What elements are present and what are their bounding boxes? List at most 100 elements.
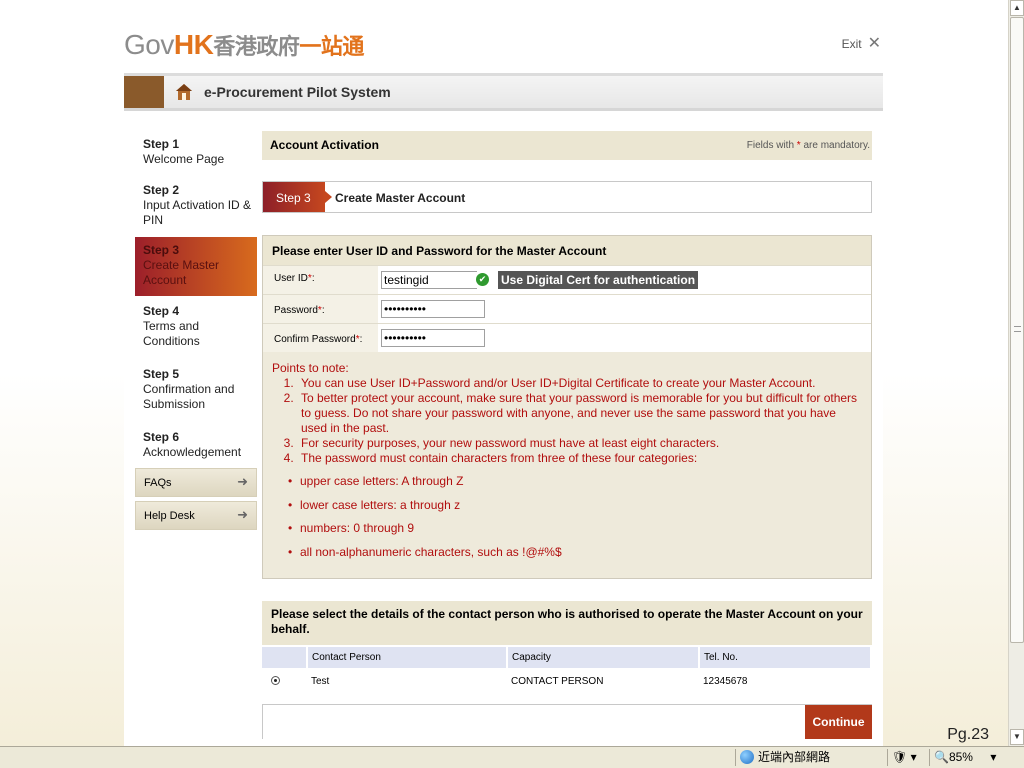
sidebar-step-6[interactable]: Step 6 Acknowledgement	[135, 416, 257, 468]
contact-radio[interactable]	[271, 676, 280, 685]
step-number: Step 3	[143, 243, 180, 257]
sidebar-step-2[interactable]: Step 2 Input Activation ID & PIN	[135, 171, 257, 232]
step-label: Acknowledgement	[143, 445, 242, 459]
required-star: *	[355, 334, 360, 345]
confirm-password-label: Confirm Password*:	[263, 324, 378, 352]
sidebar-step-5[interactable]: Step 5 Confirmation and Submission	[135, 353, 257, 416]
userid-input[interactable]	[381, 271, 477, 289]
required-star: *	[307, 273, 312, 284]
userid-label-text: User ID	[274, 273, 308, 284]
banner-accent-block	[124, 76, 164, 108]
sidebar-step-1[interactable]: Step 1 Welcome Page	[135, 135, 257, 171]
exit-link[interactable]: Exit ✕	[841, 35, 881, 52]
contact-table: Contact Person Capacity Tel. No. Test CO…	[262, 646, 872, 692]
zone-label: 近端內部網路	[758, 750, 831, 764]
password-row: Password*:	[263, 294, 871, 323]
zone-indicator: 近端內部網路	[735, 749, 885, 766]
zoom-control[interactable]: 🔍85% ▾	[929, 749, 1004, 766]
userid-label: User ID*:	[263, 266, 378, 294]
form-title: Please enter User ID and Password for th…	[263, 236, 871, 265]
step-number: Step 4	[143, 304, 180, 318]
category-item: upper case letters: A through Z	[288, 474, 863, 489]
sidebar-step-4[interactable]: Step 4 Terms and Conditions	[135, 296, 257, 353]
browser-viewport: GovHK香港政府一站通 Exit ✕ e-Procurement Pilot …	[0, 0, 1008, 746]
mandatory-star: *	[796, 140, 801, 151]
main-content: Account Activation Fields with * are man…	[262, 131, 872, 739]
tel-cell: 12345678	[703, 675, 748, 687]
step-label: Terms and Conditions	[143, 319, 200, 348]
points-to-note: Points to note: You can use User ID+Pass…	[263, 352, 871, 578]
step-title: Create Master Account	[335, 191, 466, 205]
notes-list: You can use User ID+Password and/or User…	[297, 376, 863, 466]
confirm-password-input[interactable]	[381, 329, 485, 347]
logo-chinese-text: 香港政府	[213, 35, 300, 60]
step-label: Create Master Account	[143, 258, 220, 287]
mandatory-note-pre: Fields with	[746, 140, 795, 151]
check-icon: ✔	[476, 273, 489, 286]
exit-label: Exit	[841, 37, 862, 51]
status-bar: 近端內部網路 🛡 ▾ 🔍85% ▾	[0, 746, 1024, 768]
arrow-right-icon: ➜	[237, 474, 248, 489]
shield-icon: 🛡	[892, 750, 908, 764]
govhk-logo[interactable]: GovHK香港政府一站通	[124, 28, 364, 62]
confirm-password-row: Confirm Password*:	[263, 323, 871, 352]
note-item: For security purposes, your new password…	[297, 436, 863, 451]
system-title: e-Procurement Pilot System	[204, 84, 391, 100]
use-digital-cert-button[interactable]: Use Digital Cert for authentication	[498, 271, 699, 289]
logo-gov-text: Gov	[124, 29, 174, 60]
zoom-icon: 🔍	[934, 750, 949, 764]
grip-icon	[1014, 326, 1021, 332]
help-desk-link[interactable]: Help Desk ➜	[135, 501, 257, 530]
table-row: Test CONTACT PERSON 12345678	[262, 668, 871, 692]
system-banner: e-Procurement Pilot System	[124, 73, 883, 111]
zoom-level: 85%	[948, 750, 973, 764]
mandatory-note-post: are mandatory.	[803, 140, 870, 151]
action-bar: Continue	[262, 703, 872, 739]
globe-icon	[740, 750, 754, 764]
category-item: all non-alphanumeric characters, such as…	[288, 545, 863, 560]
note-item: The password must contain characters fro…	[297, 451, 863, 466]
step-number: Step 6	[143, 430, 180, 444]
faqs-link[interactable]: FAQs ➜	[135, 468, 257, 497]
step-tag: Step 3	[263, 182, 332, 212]
protected-mode-icon[interactable]: 🛡 ▾	[887, 749, 927, 766]
logo-hk-text: HK	[173, 29, 214, 60]
logo-chinese-text-2: 一站通	[299, 35, 364, 60]
steps-sidebar: Step 1 Welcome Page Step 2 Input Activat…	[135, 135, 257, 530]
section-header: Account Activation Fields with * are man…	[262, 131, 872, 160]
step-number: Step 1	[143, 137, 180, 151]
close-icon: ✕	[867, 35, 881, 52]
mandatory-note: Fields with * are mandatory.	[747, 140, 870, 151]
sidebar-step-3-active[interactable]: Step 3 Create Master Account	[135, 237, 257, 296]
scroll-thumb[interactable]	[1010, 17, 1024, 643]
scroll-down-button[interactable]: ▼	[1010, 729, 1024, 745]
contact-person-cell: Test	[311, 675, 330, 687]
contact-title: Please select the details of the contact…	[262, 600, 872, 645]
password-label: Password*:	[263, 295, 378, 323]
continue-button[interactable]: Continue	[805, 704, 872, 739]
scroll-up-button[interactable]: ▲	[1010, 0, 1024, 16]
password-input[interactable]	[381, 300, 485, 318]
column-header: Capacity	[507, 646, 700, 668]
table-header-row: Contact Person Capacity Tel. No.	[262, 646, 872, 668]
step-label: Confirmation and Submission	[143, 382, 235, 411]
column-header: Contact Person	[307, 646, 508, 668]
notes-title: Points to note:	[272, 361, 349, 375]
section-title: Account Activation	[270, 138, 379, 152]
column-header: Tel. No.	[699, 646, 872, 668]
category-item: numbers: 0 through 9	[288, 521, 863, 536]
page-number-label: Pg.23	[947, 726, 989, 743]
note-item: To better protect your account, make sur…	[297, 391, 863, 436]
note-item: You can use User ID+Password and/or User…	[297, 376, 863, 391]
current-step-box: Step 3 Create Master Account	[262, 181, 872, 213]
arrow-right-icon: ➜	[237, 507, 248, 522]
faqs-label: FAQs	[144, 477, 172, 489]
userid-row: User ID*: ✔ Use Digital Cert for authent…	[263, 265, 871, 294]
help-desk-label: Help Desk	[144, 510, 195, 522]
vertical-scrollbar[interactable]: ▲ ▼	[1008, 0, 1024, 746]
step-number: Step 5	[143, 367, 180, 381]
select-column-header	[262, 646, 308, 668]
house-icon	[176, 84, 192, 100]
required-star: *	[317, 305, 322, 316]
contact-person-section: Please select the details of the contact…	[262, 600, 872, 692]
